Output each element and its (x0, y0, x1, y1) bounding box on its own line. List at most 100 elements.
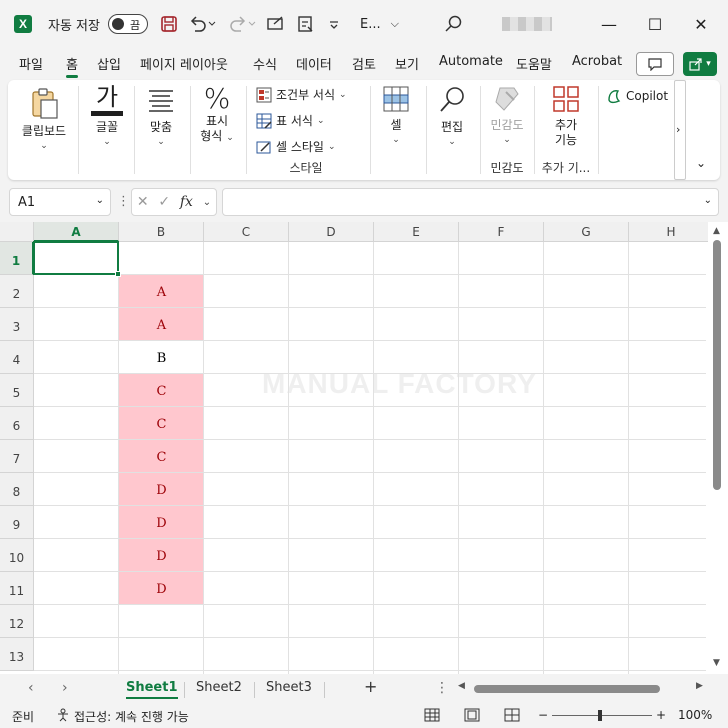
cell-b10[interactable]: D (119, 539, 204, 572)
form-icon[interactable] (296, 0, 316, 48)
horizontal-scroll-thumb[interactable] (474, 685, 660, 693)
fill-handle[interactable] (115, 271, 121, 277)
autosave-toggle[interactable]: 끔 (108, 0, 148, 48)
more-icon[interactable]: ⋮ (435, 680, 449, 696)
zoom-level[interactable]: 100% (678, 708, 712, 722)
confirm-icon[interactable]: ✓ (158, 194, 170, 210)
cell-b5[interactable]: C (119, 374, 204, 407)
row-header-11[interactable]: 11 (0, 572, 34, 605)
prev-sheet-icon[interactable]: ‹ (28, 680, 34, 696)
sheet-tab-1[interactable]: Sheet1 (126, 680, 178, 699)
account-avatar[interactable] (502, 0, 552, 48)
tab-review[interactable]: 검토 (352, 54, 376, 73)
select-all-button[interactable] (0, 222, 34, 242)
editing-button[interactable]: 편집 ⌄ (430, 84, 474, 150)
edit-comment-icon[interactable] (266, 0, 286, 48)
page-layout-view-icon[interactable] (464, 708, 480, 725)
cell-styles-button[interactable]: 셀 스타일 ⌄ (256, 138, 336, 155)
maximize-button[interactable]: ☐ (640, 0, 670, 48)
zoom-in-button[interactable]: + (656, 708, 666, 722)
cells-button[interactable]: 셀 ⌄ (374, 84, 418, 148)
expand-formula-icon[interactable]: ⌄ (704, 195, 712, 206)
row-header-9[interactable]: 9 (0, 506, 34, 539)
scroll-right-icon[interactable]: ▶ (696, 681, 703, 691)
vertical-scroll-thumb[interactable] (713, 240, 721, 490)
tab-home[interactable]: 홈 (66, 54, 78, 78)
tab-view[interactable]: 보기 (395, 54, 419, 73)
scroll-up-icon[interactable]: ▲ (713, 226, 720, 236)
column-header-h[interactable]: H (629, 222, 714, 242)
row-header-13[interactable]: 13 (0, 638, 34, 671)
active-cell-a1[interactable] (33, 241, 121, 277)
zoom-out-button[interactable]: − (538, 708, 548, 722)
ribbon-options-icon[interactable]: ⌄ (696, 156, 706, 170)
clipboard-button[interactable]: 클립보드 ⌄ (16, 86, 72, 154)
add-sheet-button[interactable]: + (364, 677, 377, 696)
conditional-format-button[interactable]: 조건부 서식 ⌄ (256, 86, 347, 103)
cell-area[interactable]: MANUAL FACTORY AABCCCDDDD (33, 241, 714, 674)
row-header-7[interactable]: 7 (0, 440, 34, 473)
cancel-icon[interactable]: ✕ (137, 194, 149, 210)
scroll-down-icon[interactable]: ▼ (713, 658, 720, 668)
undo-icon[interactable] (188, 0, 216, 48)
tab-page-layout[interactable]: 페이지 레이아웃 (140, 54, 228, 73)
row-header-12[interactable]: 12 (0, 605, 34, 638)
column-header-a[interactable]: A (34, 222, 119, 242)
cell-b11[interactable]: D (119, 572, 204, 605)
column-header-e[interactable]: E (374, 222, 459, 242)
tab-automate[interactable]: Automate (439, 54, 503, 69)
tab-help[interactable]: 도움말 (516, 54, 552, 73)
cell-b4[interactable]: B (119, 341, 204, 374)
zoom-slider[interactable] (552, 715, 652, 716)
ribbon-scroll-right[interactable]: › (674, 80, 686, 180)
column-header-d[interactable]: D (289, 222, 374, 242)
number-format-button[interactable]: % 표시 형식 ⌄ (194, 84, 240, 146)
close-button[interactable]: ✕ (686, 0, 716, 48)
row-header-6[interactable]: 6 (0, 407, 34, 440)
row-header-4[interactable]: 4 (0, 341, 34, 374)
cell-b9[interactable]: D (119, 506, 204, 539)
font-button[interactable]: 가 글꼴 ⌄ (84, 84, 130, 150)
sensitivity-button[interactable]: 민감도 ⌄ (484, 84, 530, 148)
next-sheet-icon[interactable]: › (62, 680, 68, 696)
file-name[interactable]: E... ⌵ (360, 0, 399, 48)
share-button[interactable]: ▾ (683, 52, 717, 76)
row-header-3[interactable]: 3 (0, 308, 34, 341)
redo-icon[interactable] (228, 0, 256, 48)
row-header-10[interactable]: 10 (0, 539, 34, 572)
addins-button[interactable]: 추가 기능 (538, 84, 594, 148)
normal-view-icon[interactable] (424, 708, 440, 725)
row-header-1[interactable]: 1 (0, 242, 34, 275)
cell-b7[interactable]: C (119, 440, 204, 473)
formula-input[interactable]: ⌄ (222, 188, 719, 216)
zoom-slider-handle[interactable] (598, 710, 602, 721)
insert-function-button[interactable]: fx (180, 194, 193, 210)
accessibility-status[interactable]: 접근성: 계속 진행 가능 (74, 708, 189, 725)
row-header-8[interactable]: 8 (0, 473, 34, 506)
vertical-scrollbar[interactable]: ▲ ▼ (708, 222, 728, 674)
save-icon[interactable] (160, 0, 178, 48)
customize-toolbar-icon[interactable] (328, 0, 340, 48)
column-header-f[interactable]: F (459, 222, 544, 242)
column-header-b[interactable]: B (119, 222, 204, 242)
sheet-tab-2[interactable]: Sheet2 (196, 680, 242, 695)
format-as-table-button[interactable]: 표 서식 ⌄ (256, 112, 324, 129)
scroll-left-icon[interactable]: ◀ (458, 681, 465, 691)
cell-b2[interactable]: A (119, 275, 204, 308)
alignment-button[interactable]: 맞춤 ⌄ (138, 86, 184, 150)
tab-file[interactable]: 파일 (19, 54, 43, 73)
cell-b8[interactable]: D (119, 473, 204, 506)
more-icon[interactable]: ⋮ (117, 194, 130, 209)
sheet-tab-3[interactable]: Sheet3 (266, 680, 312, 695)
row-header-5[interactable]: 5 (0, 374, 34, 407)
cell-b3[interactable]: A (119, 308, 204, 341)
minimize-button[interactable]: — (594, 0, 624, 48)
tab-insert[interactable]: 삽입 (97, 54, 121, 73)
comments-button[interactable] (636, 52, 674, 76)
tab-data[interactable]: 데이터 (296, 54, 332, 73)
tab-formulas[interactable]: 수식 (253, 54, 277, 73)
page-break-view-icon[interactable] (504, 708, 520, 725)
horizontal-scrollbar[interactable]: ◀ ▶ (456, 681, 708, 696)
tab-acrobat[interactable]: Acrobat (572, 54, 622, 69)
name-box[interactable]: A1 ⌄ (9, 188, 111, 216)
